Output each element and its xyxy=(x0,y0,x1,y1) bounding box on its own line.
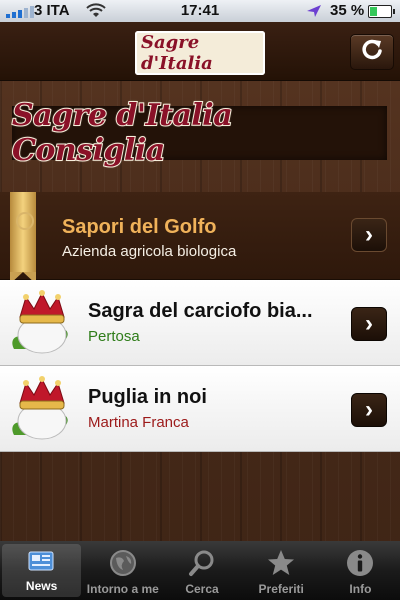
location-arrow-icon xyxy=(306,4,322,22)
featured-list-item[interactable]: Sapori del Golfo Azienda agricola biolog… xyxy=(0,192,400,284)
app-logo: Sagre d'Italia xyxy=(135,31,265,75)
battery-percent: 35 % xyxy=(330,2,365,19)
list-item[interactable]: Sagra del carciofo bia... Pertosa › xyxy=(0,280,400,366)
globe-icon xyxy=(106,546,140,580)
chevron-right-button[interactable]: › xyxy=(351,393,387,427)
info-icon xyxy=(343,546,377,580)
event-location: Martina Franca xyxy=(88,414,189,431)
search-icon xyxy=(185,546,219,580)
chevron-right-button[interactable]: › xyxy=(351,307,387,341)
tab-news[interactable]: News xyxy=(2,544,82,597)
chevron-right-icon: › xyxy=(365,396,373,423)
ribbon-icon xyxy=(10,192,36,284)
news-icon xyxy=(25,544,59,577)
battery-icon xyxy=(368,5,395,18)
chevron-right-icon: › xyxy=(365,310,373,337)
event-title: Sagra del carciofo bia... xyxy=(88,300,313,322)
tab-bar: News Intorno a me Cerca Preferiti Info xyxy=(0,541,400,600)
crown-badge-icon xyxy=(12,376,68,440)
crown-badge-icon xyxy=(12,290,68,354)
tab-cerca[interactable]: Cerca xyxy=(162,541,241,600)
recommendations-banner: Sagre d'Italia Consiglia xyxy=(11,97,387,169)
tab-label: Preferiti xyxy=(258,582,304,596)
refresh-icon xyxy=(361,38,383,66)
featured-title: Sapori del Golfo xyxy=(62,216,217,238)
tab-label: News xyxy=(25,579,58,593)
list-item[interactable]: Puglia in noi Martina Franca › xyxy=(0,366,400,452)
chevron-right-button[interactable]: › xyxy=(351,218,387,252)
tab-info[interactable]: Info xyxy=(321,541,400,600)
tab-label: Intorno a me xyxy=(86,582,159,596)
banner-title: Sagre d'Italia Consiglia xyxy=(11,97,234,169)
tab-preferiti[interactable]: Preferiti xyxy=(242,541,321,600)
status-bar: 3 ITA 17:41 35 % xyxy=(0,0,400,22)
refresh-button[interactable] xyxy=(350,34,394,70)
event-list: Sapori del Golfo Azienda agricola biolog… xyxy=(0,192,400,452)
featured-subtitle: Azienda agricola biologica xyxy=(62,243,237,260)
star-icon xyxy=(264,546,298,580)
event-location: Pertosa xyxy=(88,328,140,345)
navigation-bar: Sagre d'Italia xyxy=(0,22,400,81)
event-title: Puglia in noi xyxy=(88,386,207,408)
recommendations-banner-area: Sagre d'Italia Consiglia xyxy=(0,80,400,192)
tab-label: Info xyxy=(349,582,372,596)
chevron-right-icon: › xyxy=(365,221,373,248)
tab-label: Cerca xyxy=(185,582,219,596)
tab-intorno-a-me[interactable]: Intorno a me xyxy=(83,541,162,600)
